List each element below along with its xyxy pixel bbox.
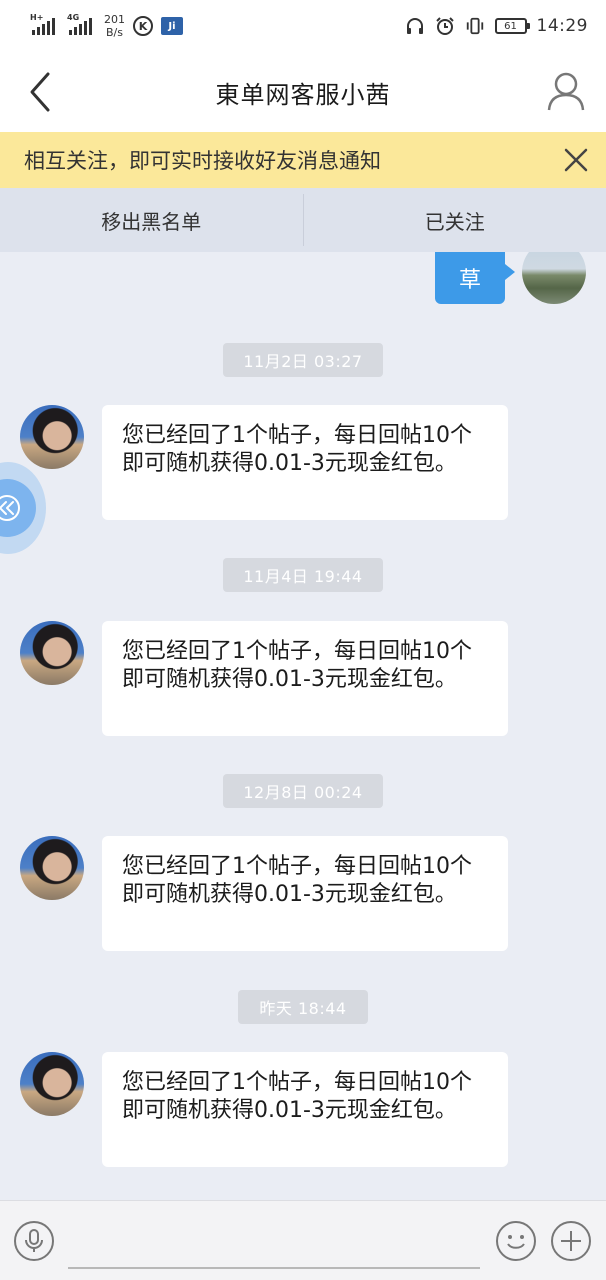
network-speed-unit: B/s bbox=[106, 26, 123, 39]
voice-input-button[interactable] bbox=[14, 1221, 54, 1261]
close-icon bbox=[564, 148, 588, 172]
incoming-message-bubble[interactable]: 您已经回了1个帖子，每日回帖10个即可随机获得0.01-3元现金红包。 bbox=[102, 836, 508, 951]
sender-avatar[interactable] bbox=[20, 836, 84, 900]
vibrate-icon bbox=[465, 16, 485, 36]
message-text: 您已经回了1个帖子，每日回帖10个即可随机获得0.01-3元现金红包。 bbox=[122, 639, 472, 692]
notice-close-button[interactable] bbox=[562, 146, 590, 174]
message-text: 您已经回了1个帖子，每日回帖10个即可随机获得0.01-3元现金红包。 bbox=[122, 423, 472, 476]
signal-icon-2: 4G bbox=[67, 13, 92, 35]
message-text: 您已经回了1个帖子，每日回帖10个即可随机获得0.01-3元现金红包。 bbox=[122, 854, 472, 907]
incoming-message-bubble[interactable]: 您已经回了1个帖子，每日回帖10个即可随机获得0.01-3元现金红包。 bbox=[102, 405, 508, 520]
status-bar: H+ 4G 201 B/s K Ji 61 14:29 bbox=[0, 0, 606, 52]
chat-message-list[interactable]: 草 11月2日 03:27 您已经回了1个帖子，每日回帖10个即可随机获得0.0… bbox=[0, 252, 606, 1200]
incoming-message-bubble[interactable]: 您已经回了1个帖子，每日回帖10个即可随机获得0.01-3元现金红包。 bbox=[102, 621, 508, 736]
microphone-icon bbox=[25, 1229, 43, 1252]
status-left-group: H+ 4G 201 B/s K Ji bbox=[30, 13, 183, 39]
k-app-icon: K bbox=[133, 16, 153, 36]
plus-icon bbox=[561, 1231, 581, 1251]
more-options-button[interactable] bbox=[551, 1221, 591, 1261]
app-badge-label: Ji bbox=[168, 20, 176, 32]
clock: 14:29 bbox=[536, 16, 588, 36]
message-timestamp: 12月8日 00:24 bbox=[223, 774, 383, 808]
message-input[interactable] bbox=[68, 1217, 480, 1269]
floating-button-core bbox=[0, 479, 36, 537]
action-bar: 移出黑名单 已关注 bbox=[0, 188, 606, 252]
battery-icon: 61 bbox=[494, 18, 530, 34]
chevron-left-icon bbox=[30, 72, 50, 112]
sender-avatar[interactable] bbox=[20, 621, 84, 685]
message-text: 您已经回了1个帖子，每日回帖10个即可随机获得0.01-3元现金红包。 bbox=[122, 1070, 472, 1123]
message-input-bar bbox=[0, 1200, 606, 1280]
message-timestamp: 11月2日 03:27 bbox=[223, 343, 383, 377]
remove-blacklist-button[interactable]: 移出黑名单 bbox=[0, 188, 303, 252]
k-app-label: K bbox=[138, 19, 148, 33]
user-icon bbox=[547, 72, 585, 111]
alarm-icon bbox=[435, 16, 455, 36]
followed-button[interactable]: 已关注 bbox=[304, 188, 606, 252]
sender-avatar[interactable] bbox=[20, 1052, 84, 1116]
page-title: 東单网客服小茜 bbox=[215, 80, 391, 109]
my-avatar[interactable] bbox=[522, 252, 586, 304]
app-badge-icon: Ji bbox=[161, 17, 183, 35]
status-right-group: 61 14:29 bbox=[405, 16, 589, 36]
emoji-button[interactable] bbox=[496, 1221, 536, 1261]
smiley-icon bbox=[507, 1235, 525, 1249]
message-timestamp: 11月4日 19:44 bbox=[223, 558, 383, 592]
profile-button[interactable] bbox=[546, 70, 586, 114]
back-button[interactable] bbox=[22, 70, 62, 114]
chat-header: 東单网客服小茜 bbox=[0, 52, 606, 132]
message-timestamp: 昨天 18:44 bbox=[238, 990, 368, 1024]
sender-avatar[interactable] bbox=[20, 405, 84, 469]
signal-1-label: H+ bbox=[30, 13, 44, 22]
follow-notice-bar: 相互关注，即可实时接收好友消息通知 bbox=[0, 132, 606, 188]
headphones-icon bbox=[405, 16, 425, 36]
collapse-chevron-icon bbox=[0, 495, 20, 521]
incoming-message-bubble[interactable]: 您已经回了1个帖子，每日回帖10个即可随机获得0.01-3元现金红包。 bbox=[102, 1052, 508, 1167]
network-speed-value: 201 bbox=[104, 13, 125, 26]
signal-2-label: 4G bbox=[67, 13, 80, 22]
notice-text: 相互关注，即可实时接收好友消息通知 bbox=[24, 149, 381, 173]
battery-level: 61 bbox=[504, 20, 517, 32]
network-speed: 201 B/s bbox=[104, 13, 125, 39]
outgoing-message-bubble[interactable]: 草 bbox=[435, 252, 515, 304]
outgoing-message-text: 草 bbox=[458, 268, 481, 293]
signal-icon-1: H+ bbox=[30, 13, 55, 35]
